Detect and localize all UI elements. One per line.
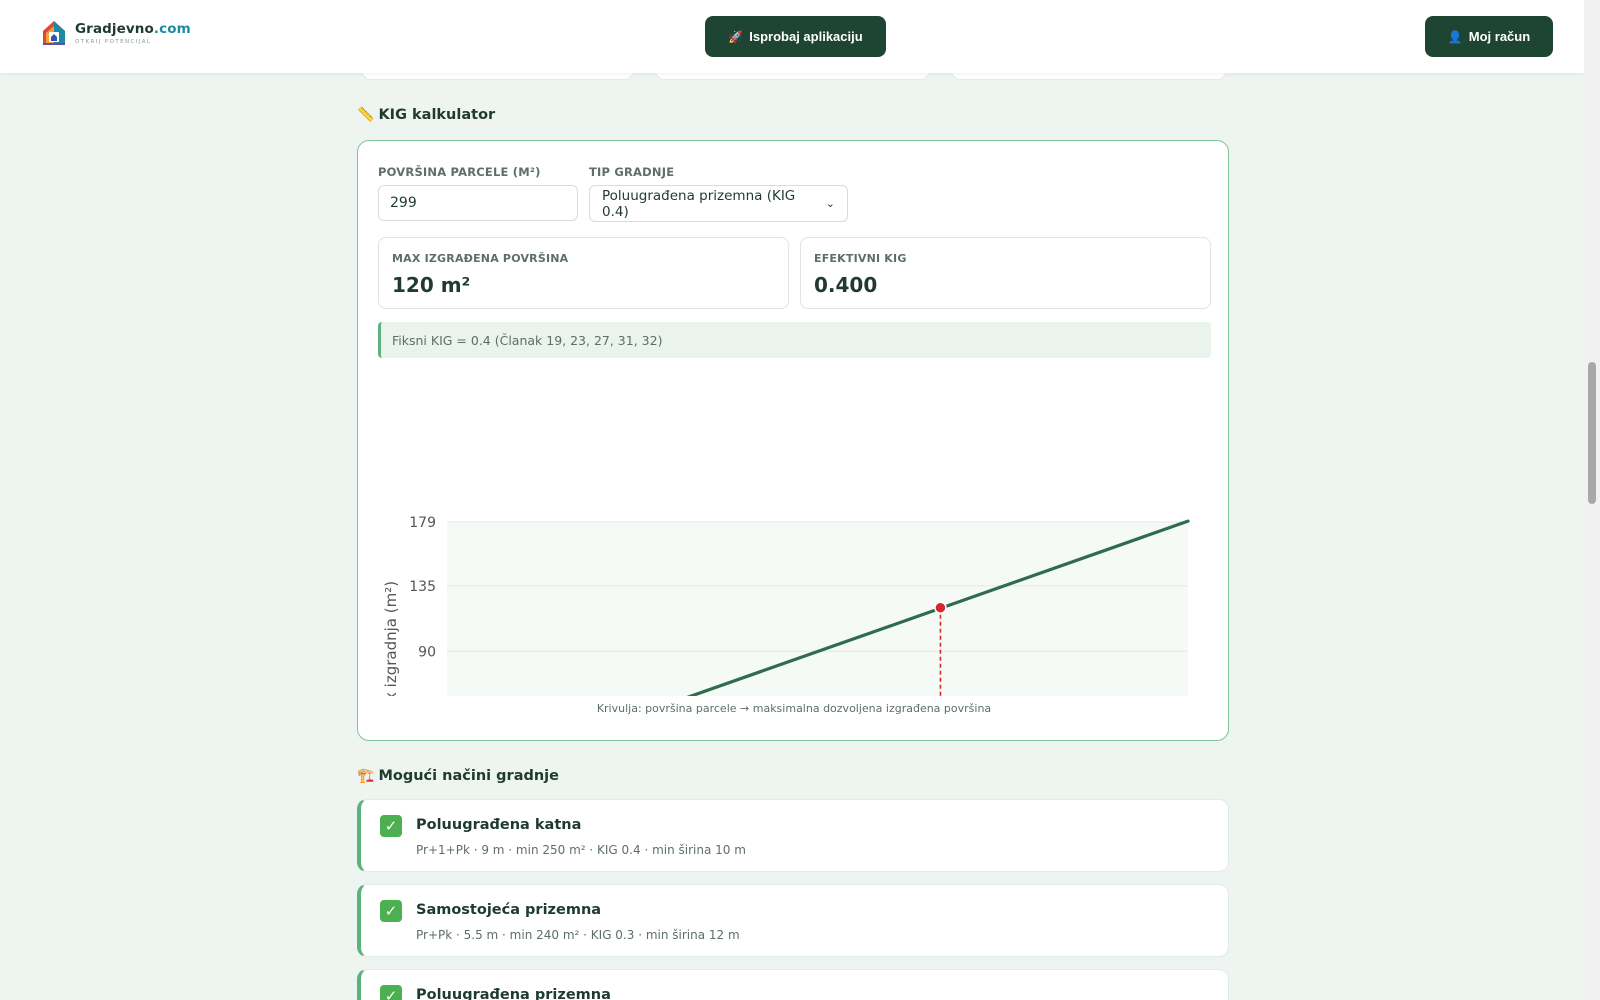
effective-kig-label: EFEKTIVNI KIG (814, 252, 907, 265)
build-type-selected: Poluugrađena prizemna (KIG 0.4) (602, 187, 796, 220)
build-option-item[interactable]: ✓ Poluugrađena prizemna (357, 969, 1229, 1000)
my-account-label: Moj račun (1468, 29, 1531, 44)
area-label: POVRŠINA PARCELE (M²) (378, 165, 541, 179)
build-options-section-title-text: Mogući načini gradnje (378, 768, 559, 784)
y-tick-label: 90 (418, 644, 436, 660)
max-built-area-label: MAX IZGRAĐENA POVRŠINA (392, 252, 569, 265)
plot-area (447, 522, 1188, 696)
check-mark-icon: ✓ (380, 985, 402, 1000)
chevron-down-icon: ⌄ (825, 197, 835, 210)
kig-section-title: 📏 KIG kalkulator (357, 107, 495, 123)
scrollbar-thumb[interactable] (1588, 362, 1596, 504)
build-option-title: Samostojeća prizemna (416, 902, 602, 918)
build-option-item[interactable]: ✓ Poluugrađena katna Pr+1+Pk · 9 m · min… (357, 799, 1229, 872)
build-option-details: Pr+Pk · 5.5 m · min 240 m² · KIG 0.3 · m… (416, 928, 740, 942)
house-logo-icon (43, 21, 65, 45)
logo-tagline: OTKRIJ POTENCIJAL (75, 39, 152, 45)
y-tick-label: 135 (409, 579, 436, 595)
build-option-title: Poluugrađena prizemna (416, 987, 611, 1000)
max-built-area-value: 120 m² (392, 273, 471, 297)
page-scrollbar[interactable] (1584, 0, 1600, 1000)
try-app-label: Isprobaj aplikaciju (749, 29, 863, 44)
check-mark-icon: ✓ (380, 900, 402, 922)
y-axis-label: Max izgradnja (m²) (382, 581, 400, 696)
kig-rule-note-text: Fiksni KIG = 0.4 (Članak 19, 23, 27, 31,… (392, 332, 663, 348)
build-options-section-title: 🏗️ Mogući načini gradnje (357, 768, 559, 784)
plot-area-input[interactable] (378, 185, 578, 221)
max-built-area-box: MAX IZGRAĐENA POVRŠINA 120 m² (378, 237, 789, 309)
build-option-item[interactable]: ✓ Samostojeća prizemna Pr+Pk · 5.5 m · m… (357, 884, 1229, 957)
ruler-icon: 📏 (357, 107, 375, 123)
check-mark-icon: ✓ (380, 815, 402, 837)
kig-chart-svg: 045901351790112224336449Površina parcele… (382, 515, 1190, 696)
build-option-title: Poluugrađena katna (416, 817, 582, 833)
chart-caption: Krivulja: površina parcele → maksimalna … (596, 702, 992, 715)
build-type-label: TIP GRADNJE (589, 165, 675, 179)
top-navigation-bar: Gradjevno.com OTKRIJ POTENCIJAL 🚀 Isprob… (0, 0, 1584, 73)
current-plot-marker (934, 601, 947, 614)
kig-calculator-card: POVRŠINA PARCELE (M²) TIP GRADNJE Poluug… (357, 140, 1229, 741)
logo-wordmark: Gradjevno.com (75, 21, 191, 37)
effective-kig-value: 0.400 (814, 273, 878, 297)
kig-rule-note: Fiksni KIG = 0.4 (Članak 19, 23, 27, 31,… (378, 322, 1211, 358)
effective-kig-box: EFEKTIVNI KIG 0.400 (800, 237, 1211, 309)
kig-section-title-text: KIG kalkulator (378, 107, 496, 123)
build-option-details: Pr+1+Pk · 9 m · min 250 m² · KIG 0.4 · m… (416, 843, 746, 857)
try-app-button[interactable]: 🚀 Isprobaj aplikaciju (705, 16, 886, 57)
my-account-button[interactable]: 👤 Moj račun (1425, 16, 1553, 57)
kig-chart: 045901351790112224336449Površina parcele… (358, 366, 1230, 696)
build-type-select[interactable]: Poluugrađena prizemna (KIG 0.4) ⌄ (589, 185, 848, 222)
user-icon: 👤 (1447, 29, 1463, 44)
brand-logo[interactable]: Gradjevno.com OTKRIJ POTENCIJAL (40, 18, 191, 48)
y-tick-label: 179 (409, 515, 436, 531)
crane-icon: 🏗️ (357, 768, 375, 784)
rocket-icon: 🚀 (728, 29, 744, 44)
